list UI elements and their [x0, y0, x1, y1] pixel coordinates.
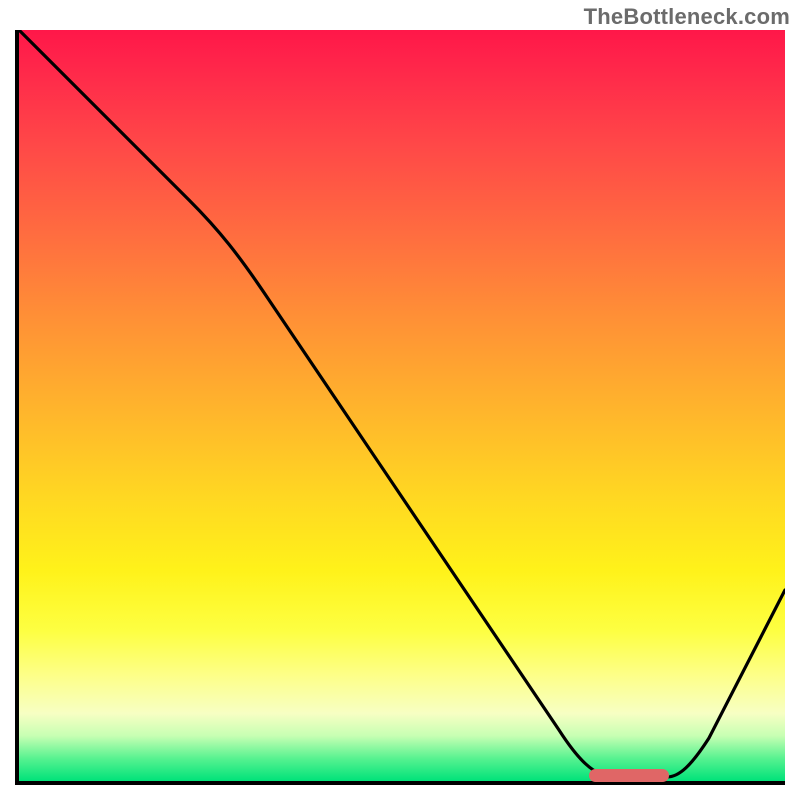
optimal-range-marker — [589, 769, 669, 782]
plot-area — [15, 30, 785, 785]
watermark-text: TheBottleneck.com — [584, 4, 790, 30]
curve-path — [19, 30, 785, 777]
bottleneck-curve — [19, 30, 785, 781]
bottleneck-chart: TheBottleneck.com — [0, 0, 800, 800]
